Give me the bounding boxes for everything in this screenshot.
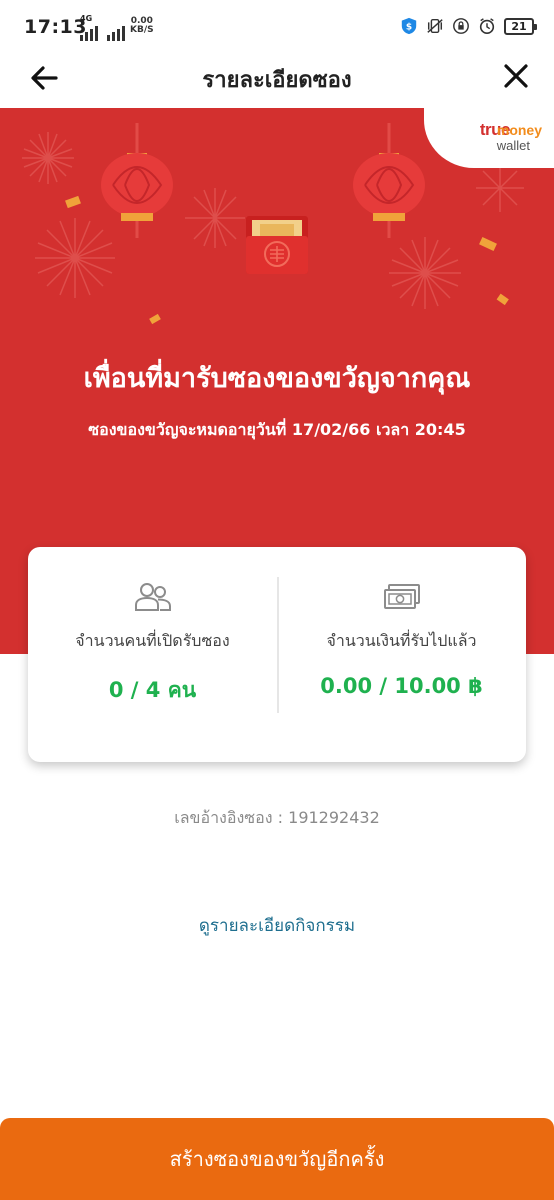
amount-received-stat: จำนวนเงินที่รับไปแล้ว 0.00 / 10.00 ฿ (277, 581, 526, 698)
close-icon[interactable] (500, 60, 532, 92)
expiry-notice: ซองของขวัญจะหมดอายุวันที่ 17/02/66 เวลา … (88, 420, 466, 439)
people-opened-value: 0 / 4 คน (108, 678, 197, 702)
network-type: 4G (80, 14, 93, 23)
people-opened-stat: จำนวนคนที่เปิดรับซอง 0 / 4 คน (28, 581, 277, 707)
network-speed: 0.00 KB/S (130, 17, 154, 35)
vibrate-icon (427, 18, 443, 34)
shield-dollar-icon: $ (401, 17, 417, 35)
svg-text:$: $ (406, 23, 412, 33)
status-time: 17:13 (24, 16, 87, 38)
people-icon (134, 583, 171, 611)
banner-title: เพื่อนที่มารับซองของขวัญจากคุณ (83, 363, 471, 394)
lock-rotation-icon (453, 18, 469, 34)
brand-money: money (496, 122, 542, 138)
speed-unit: KB/S (130, 25, 154, 35)
view-activity-link[interactable]: ดูรายละเอียดกิจกรรม (0, 912, 554, 939)
page-title: รายละเอียดซอง (202, 68, 352, 93)
amount-received-value: 0.00 / 10.00 ฿ (320, 674, 483, 698)
people-opened-label: จำนวนคนที่เปิดรับซอง (75, 631, 230, 650)
brand-wallet: wallet (496, 138, 530, 153)
banknote-icon (383, 584, 420, 609)
alarm-icon (479, 18, 495, 35)
status-icons: $ 21 (400, 17, 537, 35)
create-envelope-again-button[interactable]: สร้างซองของขวัญอีกครั้ง (0, 1118, 554, 1200)
top-app-bar: รายละเอียดซอง (0, 56, 554, 108)
red-envelope-icon (246, 216, 308, 274)
envelope-reference: เลขอ้างอิงซอง : 191292432 (174, 808, 380, 827)
status-bar: 17:13 4G 0.00 KB/S $ 21 (0, 0, 554, 56)
amount-received-label: จำนวนเงินที่รับไปแล้ว (326, 631, 477, 650)
envelope-summary-card: จำนวนคนที่เปิดรับซอง 0 / 4 คน จำนวนเงินท… (28, 547, 526, 762)
battery-icon: 21 (504, 17, 537, 35)
signal-icon: 4G (80, 14, 125, 41)
